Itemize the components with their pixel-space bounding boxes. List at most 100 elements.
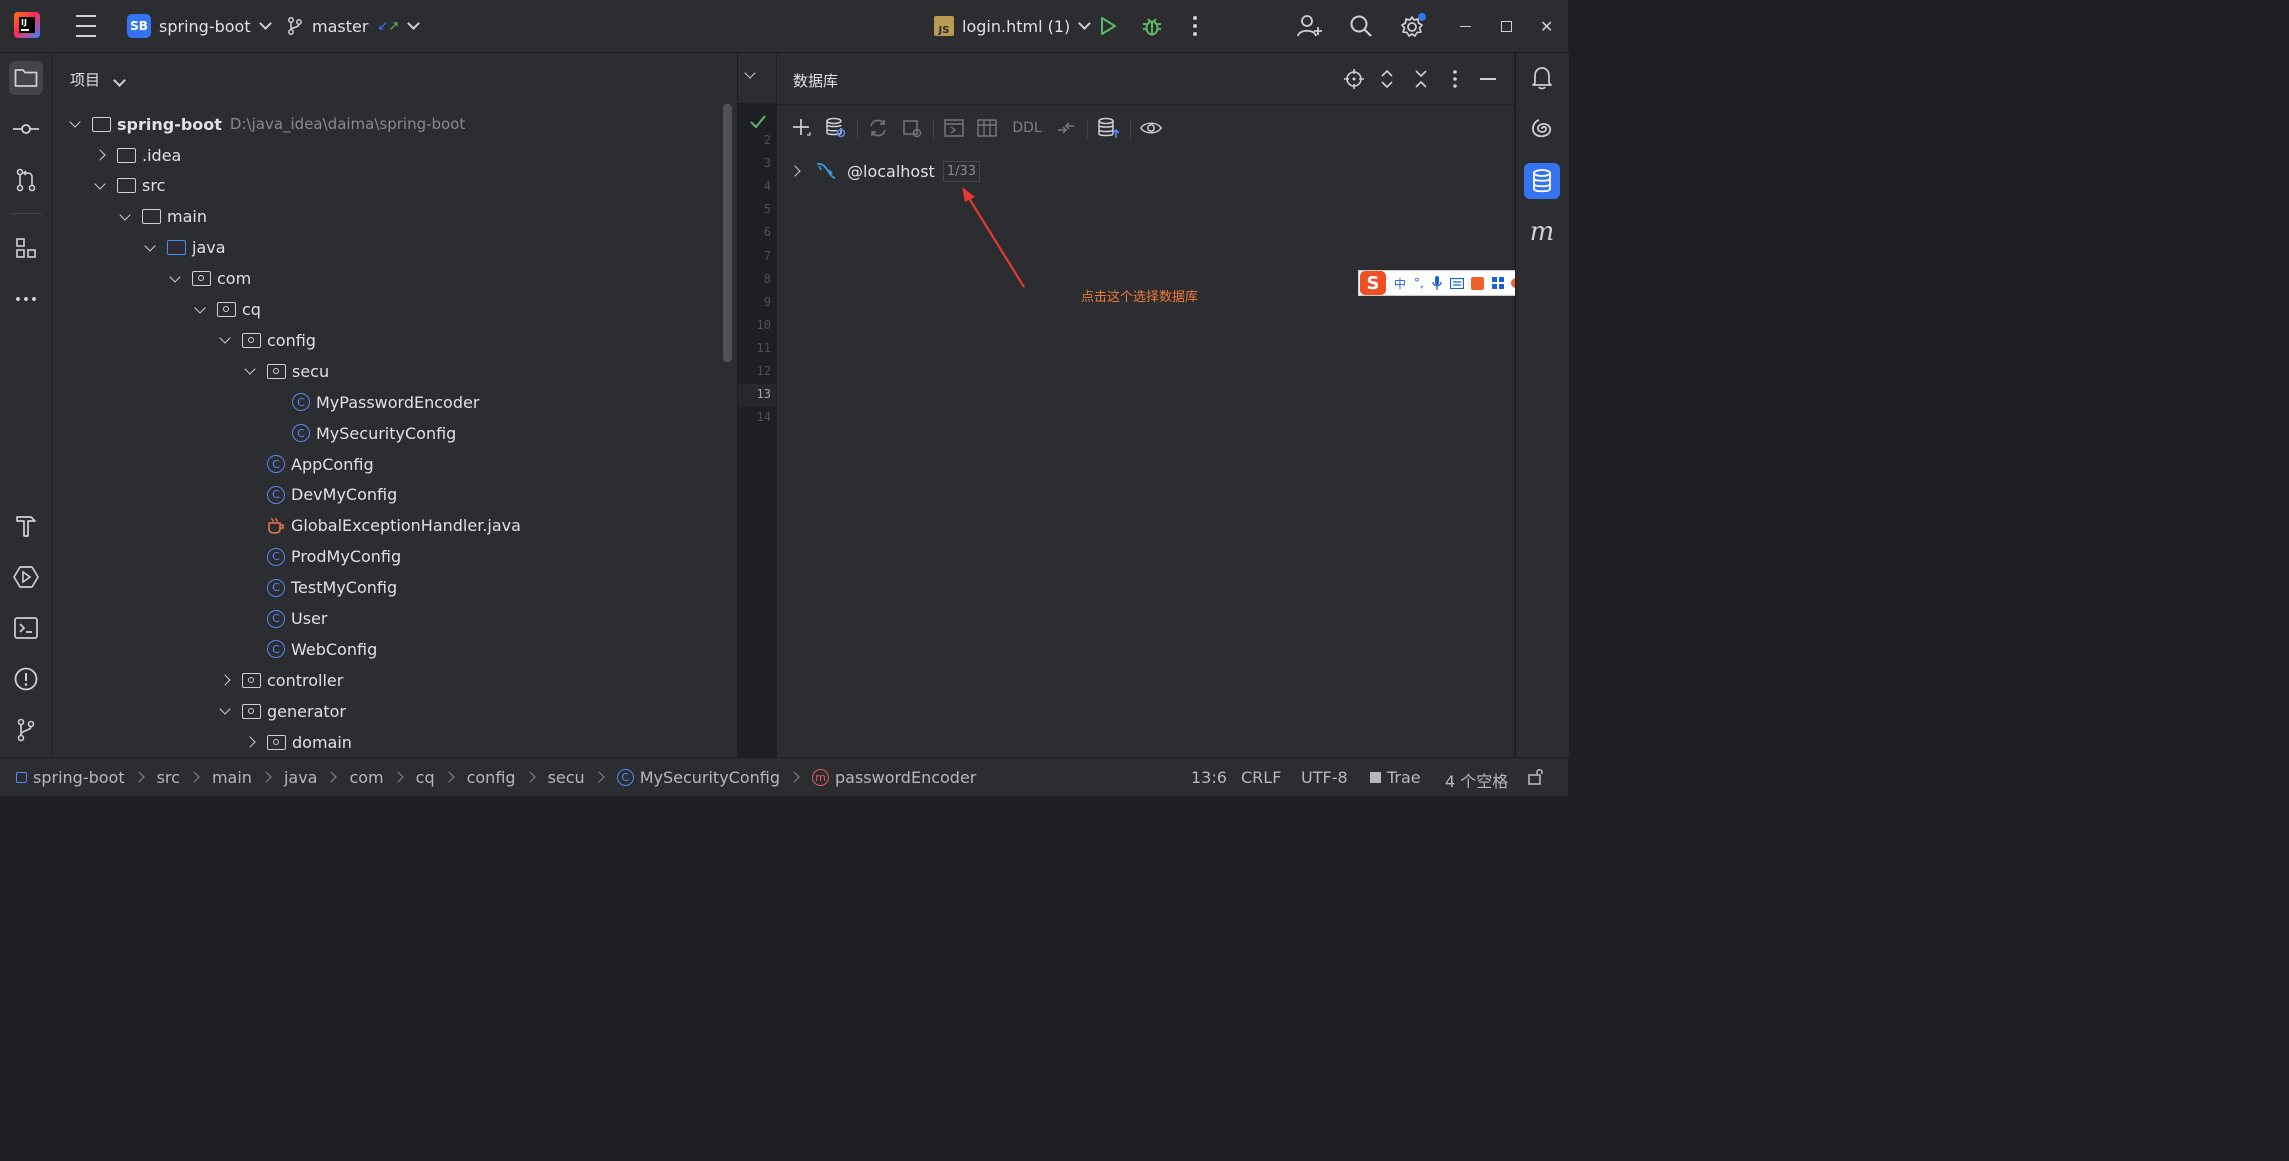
vertical-scrollbar[interactable] xyxy=(723,104,732,362)
more-icon[interactable] xyxy=(1452,69,1458,89)
breadcrumb-item[interactable]: spring-boot xyxy=(33,768,125,787)
chevron-down-icon[interactable] xyxy=(143,240,157,255)
expand-all-icon[interactable] xyxy=(1380,68,1394,90)
indent-setting[interactable]: 4 个空格 xyxy=(1445,768,1508,792)
more-tools-icon[interactable] xyxy=(9,282,43,316)
tree-item[interactable]: controller xyxy=(218,665,343,695)
lock-icon[interactable] xyxy=(1527,767,1545,785)
project-panel-header[interactable]: 项目 xyxy=(70,69,126,90)
tree-item[interactable]: config xyxy=(218,325,316,355)
tree-item[interactable]: com xyxy=(168,264,251,294)
pull-request-icon[interactable] xyxy=(9,163,43,197)
tree-item[interactable]: cq xyxy=(193,295,261,325)
database-import-icon[interactable] xyxy=(1097,117,1119,139)
tree-item[interactable]: domain xyxy=(243,727,352,757)
chevron-down-icon[interactable] xyxy=(168,270,182,286)
search-icon[interactable] xyxy=(1349,0,1373,52)
hide-panel-icon[interactable] xyxy=(1480,78,1496,80)
problems-icon[interactable] xyxy=(9,662,43,696)
git-icon[interactable] xyxy=(9,713,43,747)
refresh-icon[interactable] xyxy=(867,117,889,139)
commit-icon[interactable] xyxy=(9,112,43,146)
build-icon[interactable] xyxy=(9,509,43,543)
breadcrumb-item[interactable]: cq xyxy=(416,768,435,787)
compare-icon[interactable] xyxy=(1055,117,1077,139)
add-user-icon[interactable] xyxy=(1297,0,1323,52)
chevron-right-icon[interactable] xyxy=(93,148,107,162)
tree-item[interactable]: C DevMyConfig xyxy=(267,480,397,510)
view-options-icon[interactable] xyxy=(1140,117,1162,139)
breadcrumb-item[interactable]: src xyxy=(157,768,180,787)
breadcrumb-item[interactable]: java xyxy=(284,768,318,787)
close-button[interactable]: ✕ xyxy=(1540,0,1553,52)
tree-item[interactable]: C MyPasswordEncoder xyxy=(292,387,479,417)
breadcrumb-item[interactable]: secu xyxy=(548,768,585,787)
chevron-down-icon[interactable] xyxy=(218,703,232,718)
structure-icon[interactable] xyxy=(9,231,43,265)
intellij-logo-icon[interactable]: IJ xyxy=(14,12,40,38)
services-icon[interactable] xyxy=(9,560,43,594)
breadcrumb-item[interactable]: passwordEncoder xyxy=(835,768,976,787)
debug-icon[interactable] xyxy=(1141,0,1163,52)
terminal-icon[interactable] xyxy=(9,611,43,645)
chevron-down-icon[interactable] xyxy=(218,332,232,347)
branch-switcher[interactable]: master ↙ ↗ xyxy=(287,0,421,52)
chevron-down-icon[interactable] xyxy=(744,67,756,79)
tree-item[interactable]: C MySecurityConfig xyxy=(292,418,456,448)
folder-icon[interactable] xyxy=(9,61,43,95)
notifications-icon[interactable] xyxy=(1525,61,1559,95)
ime-mode-label[interactable]: 中 xyxy=(1394,275,1406,292)
ddl-button[interactable]: DDL xyxy=(1011,117,1043,139)
tree-item[interactable]: secu xyxy=(243,356,329,386)
skin-icon[interactable] xyxy=(1470,276,1484,290)
tree-item[interactable]: java xyxy=(143,233,226,263)
minimize-button[interactable] xyxy=(1460,0,1471,52)
table-icon[interactable] xyxy=(976,117,998,139)
datasource-properties-icon[interactable] xyxy=(825,117,847,139)
tree-item[interactable]: C TestMyConfig xyxy=(267,573,397,603)
tree-item[interactable]: C ProdMyConfig xyxy=(267,542,401,572)
chevron-right-icon[interactable] xyxy=(218,673,232,687)
microphone-icon[interactable] xyxy=(1432,276,1442,290)
collapse-all-icon[interactable] xyxy=(1414,68,1428,90)
chevron-down-icon[interactable] xyxy=(93,178,107,193)
run-config-selector[interactable]: JS login.html (1) xyxy=(934,0,1092,52)
project-switcher[interactable]: SB spring-boot xyxy=(127,0,272,52)
locate-icon[interactable] xyxy=(1344,69,1364,89)
breadcrumb-item[interactable]: MySecurityConfig xyxy=(640,768,780,787)
tree-item[interactable]: C User xyxy=(267,604,327,634)
settings-icon[interactable] xyxy=(1399,0,1427,52)
tree-item[interactable]: main xyxy=(118,202,207,232)
maximize-button[interactable] xyxy=(1501,0,1512,52)
tree-item[interactable]: .idea xyxy=(93,140,181,170)
datasource-row[interactable]: @localhost 1/33 xyxy=(789,159,981,183)
database-icon[interactable] xyxy=(1524,163,1560,199)
file-encoding[interactable]: UTF-8 xyxy=(1301,768,1348,787)
tree-item[interactable]: src xyxy=(93,171,165,201)
trae-widget[interactable]: Trae xyxy=(1370,768,1421,787)
tree-item[interactable]: C WebConfig xyxy=(267,634,377,664)
breadcrumb-item[interactable]: com xyxy=(349,768,383,787)
maven-icon[interactable]: m xyxy=(1525,215,1559,249)
tree-item[interactable]: generator xyxy=(218,696,346,726)
caret-position[interactable]: 13:6 xyxy=(1191,768,1227,787)
keyboard-icon[interactable] xyxy=(1449,277,1464,289)
chevron-down-icon[interactable] xyxy=(243,363,257,378)
line-ending[interactable]: CRLF xyxy=(1241,768,1281,787)
toolbox-icon[interactable] xyxy=(1491,277,1504,289)
punctuation-icon[interactable]: °, xyxy=(1414,276,1424,290)
query-console-icon[interactable] xyxy=(943,117,965,139)
add-icon[interactable] xyxy=(791,117,813,139)
chevron-right-icon[interactable] xyxy=(243,735,257,749)
disconnect-icon[interactable] xyxy=(901,117,923,139)
ai-assistant-icon[interactable] xyxy=(1525,112,1559,146)
chevron-down-icon[interactable] xyxy=(193,301,207,317)
tree-item[interactable]: C AppConfig xyxy=(267,449,374,479)
more-icon[interactable] xyxy=(1193,0,1197,52)
tree-root-spring-boot[interactable]: spring-boot D:\java_idea\daima\spring-bo… xyxy=(68,109,465,139)
tree-item[interactable]: GlobalExceptionHandler.java xyxy=(267,511,521,541)
breadcrumb-item[interactable]: main xyxy=(212,768,252,787)
run-icon[interactable] xyxy=(1098,0,1118,52)
hamburger-icon[interactable] xyxy=(76,0,96,52)
breadcrumb-item[interactable]: config xyxy=(467,768,516,787)
